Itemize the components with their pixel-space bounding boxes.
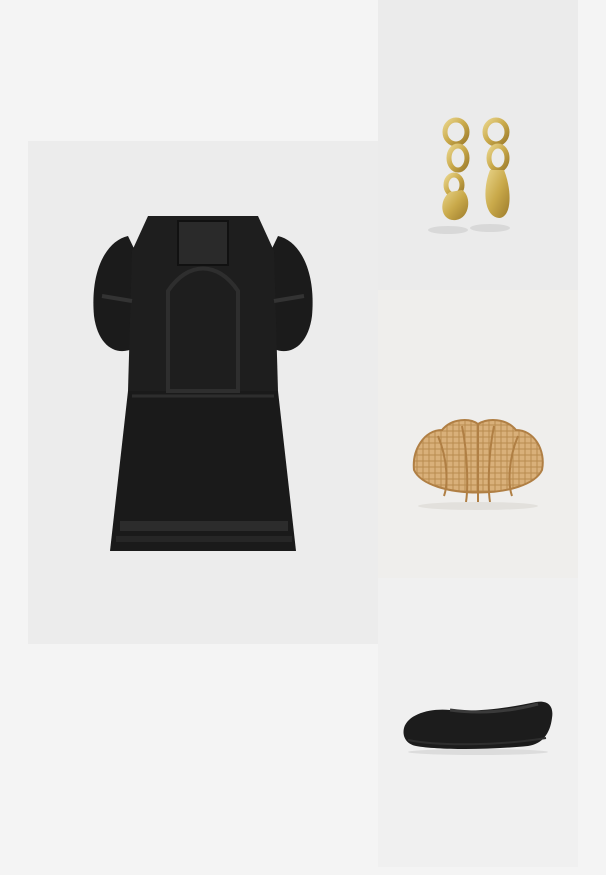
dress-icon: [93, 216, 313, 551]
product-tile-earrings[interactable]: [378, 0, 578, 290]
earrings-icon: [428, 117, 510, 234]
shoe-icon: [403, 701, 553, 755]
outfit-collage: [0, 0, 606, 875]
product-tile-dress[interactable]: [28, 141, 378, 644]
product-tile-shoe[interactable]: [378, 578, 578, 867]
product-tile-bag[interactable]: [378, 290, 578, 578]
bag-icon: [412, 419, 544, 510]
